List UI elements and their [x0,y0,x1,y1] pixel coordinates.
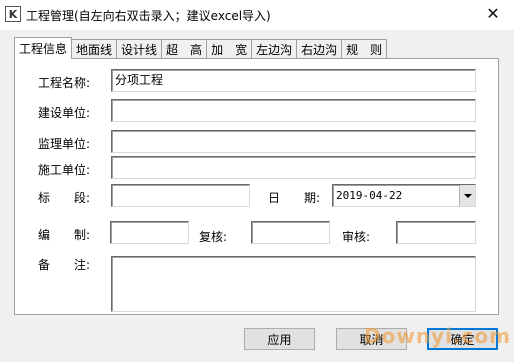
supervisor-field[interactable] [111,130,476,153]
cancel-button[interactable]: 取消 [336,328,407,350]
contractor-field[interactable] [111,156,476,179]
project-name-field[interactable]: 分项工程 [111,69,476,92]
compiler-label: 编 制: [38,228,91,242]
date-label: 日 期: [268,191,321,205]
reviewer-label: 复核: [199,230,228,244]
tab-left-ditch[interactable]: 左边沟 [252,39,298,59]
date-picker[interactable]: 2019-04-22 [332,184,476,207]
date-value: 2019-04-22 [336,189,403,202]
auditor-label: 审核: [342,230,371,244]
builder-label: 建设单位: [38,106,91,120]
tab-widening[interactable]: 加 宽 [207,39,253,59]
contractor-label: 施工单位: [38,163,91,177]
app-icon: K [5,6,21,22]
tab-project-info[interactable]: 工程信息 [14,37,73,59]
tab-right-ditch[interactable]: 右边沟 [297,39,343,59]
apply-button[interactable]: 应用 [244,328,315,350]
chevron-down-icon[interactable] [459,185,475,206]
remarks-label: 备 注: [38,258,91,272]
project-name-label: 工程名称: [38,76,91,90]
reviewer-field[interactable] [251,221,330,244]
ok-button[interactable]: 确定 [427,328,498,350]
tab-ground-line[interactable]: 地面线 [72,39,118,59]
section-field[interactable] [111,184,250,207]
window-title: 工程管理(自左向右双击录入；建议excel导入) [26,9,271,23]
app-icon-letter: K [8,7,18,21]
builder-field[interactable] [111,99,476,122]
compiler-field[interactable] [110,221,189,244]
supervisor-label: 监理单位: [38,137,91,151]
auditor-field[interactable] [396,221,476,244]
close-icon[interactable]: ✕ [476,0,510,26]
section-label: 标 段: [38,191,91,205]
tab-superelevation[interactable]: 超 高 [162,39,208,59]
tab-rules[interactable]: 规 则 [342,39,388,59]
tab-strip: 工程信息 地面线 设计线 超 高 加 宽 左边沟 右边沟 规 则 [14,37,388,59]
remarks-field[interactable] [111,256,476,312]
tab-design-line[interactable]: 设计线 [117,39,163,59]
title-bar: K 工程管理(自左向右双击录入；建议excel导入) ✕ [0,0,514,30]
